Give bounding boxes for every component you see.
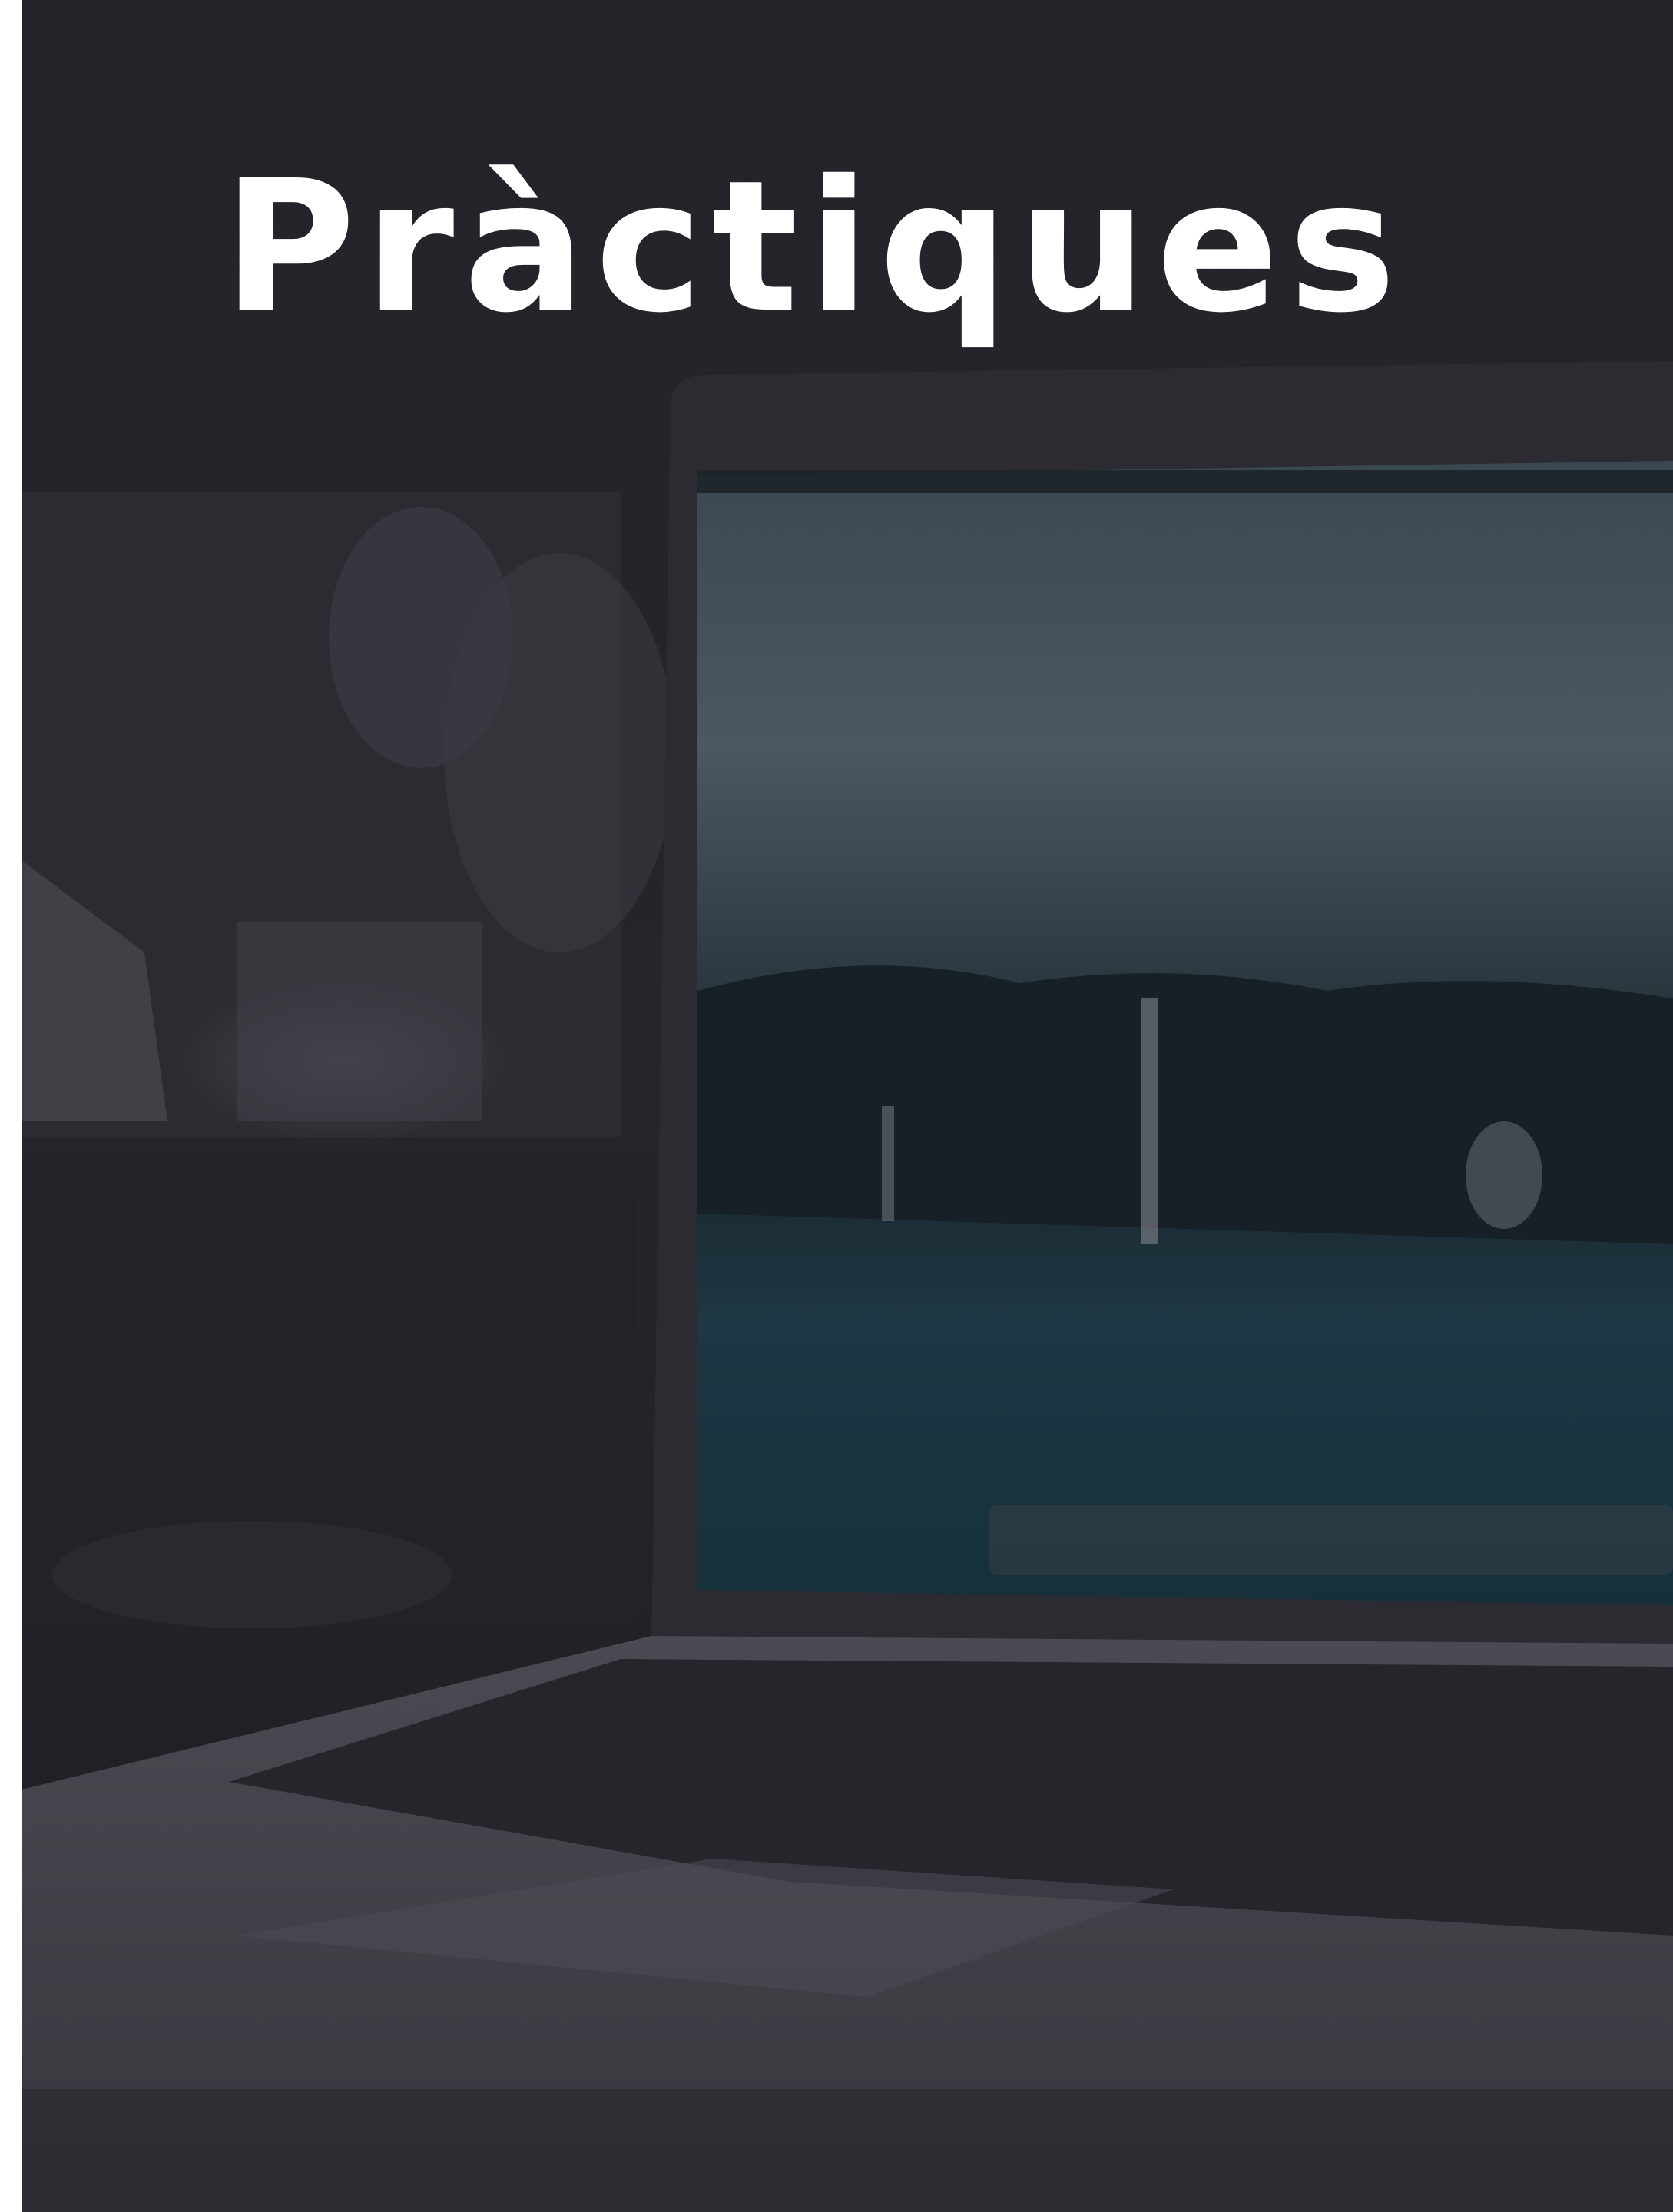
cover-title: Pràctiques bbox=[223, 141, 1406, 353]
cover-panel: Pràctiques bbox=[22, 0, 1673, 2212]
document-page: Pràctiques bbox=[0, 0, 1673, 2212]
